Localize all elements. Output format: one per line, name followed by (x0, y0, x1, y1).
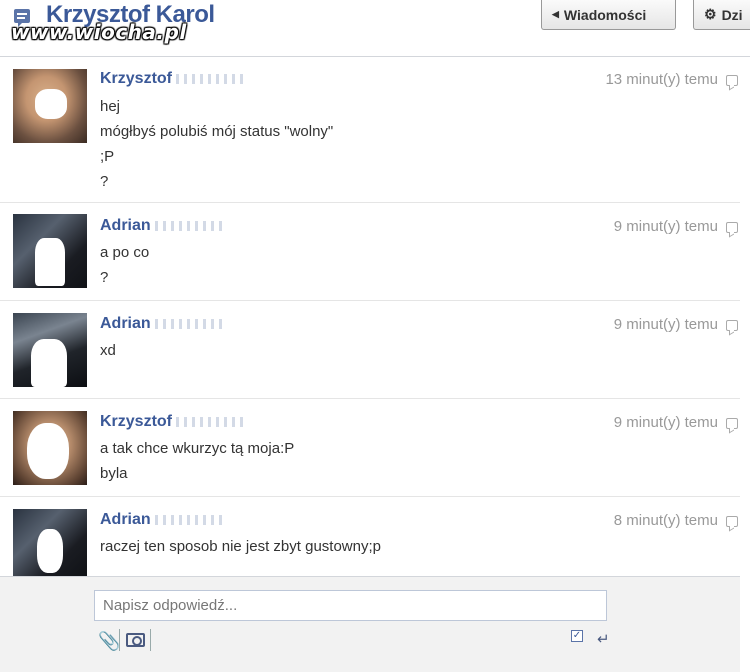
reply-icon[interactable] (726, 222, 738, 233)
divider (119, 629, 120, 651)
message-line: a po co (100, 244, 150, 261)
paperclip-icon[interactable]: 📎 (98, 631, 120, 652)
reply-icon[interactable] (726, 516, 738, 527)
message-item: Adrian 9 minut(y) temu xd (0, 301, 740, 399)
message-body: hej mógłbyś polubiś mój status "wolny" ;… (100, 94, 333, 194)
message-item: Krzysztof 9 minut(y) temu a tak chce wku… (0, 399, 740, 497)
messages-button[interactable]: ◀ Wiadomości (541, 0, 676, 30)
message-author[interactable]: Adrian (100, 511, 225, 529)
enter-icon: ↵ (597, 631, 610, 648)
message-line: byla (100, 465, 128, 482)
avatar[interactable] (13, 509, 87, 576)
message-line: a tak chce wkurzyc tą moja:P (100, 440, 295, 457)
reply-icon[interactable] (726, 418, 738, 429)
message-timestamp: 13 minut(y) temu (605, 71, 718, 88)
message-author[interactable]: Adrian (100, 315, 225, 333)
message-item: Adrian 9 minut(y) temu a po co ? (0, 203, 740, 301)
press-enter-checkbox[interactable]: ✓ (571, 630, 583, 642)
gear-icon: ⚙ (704, 6, 717, 22)
message-line: ? (100, 173, 109, 190)
message-line: hej (100, 98, 121, 115)
actions-button-label: Dzi (721, 6, 743, 23)
message-line: xd (100, 342, 116, 359)
message-line: raczej ten sposob nie jest zbyt gustowny… (100, 538, 381, 555)
reply-composer: 📎 ✓ ↵ (0, 576, 740, 672)
message-body: xd (100, 338, 116, 363)
message-timestamp: 8 minut(y) temu (613, 512, 718, 529)
reply-input[interactable] (94, 590, 607, 621)
actions-button[interactable]: ⚙ Dzi (693, 0, 750, 30)
reply-icon[interactable] (726, 75, 738, 86)
message-item: Adrian 8 minut(y) temu raczej ten sposob… (0, 497, 740, 576)
message-author[interactable]: Krzysztof (100, 70, 247, 88)
conversation-header: Krzysztof Karol www.wiocha.pl ◀ Wiadomoś… (0, 0, 750, 57)
watermark: www.wiocha.pl (11, 20, 187, 44)
message-timestamp: 9 minut(y) temu (613, 218, 718, 235)
avatar[interactable] (13, 313, 87, 387)
message-body: a po co ? (100, 240, 149, 290)
message-author[interactable]: Krzysztof (100, 413, 247, 431)
message-item: Krzysztof 13 minut(y) temu hej mógłbyś p… (0, 57, 740, 203)
message-line: ;P (100, 148, 115, 165)
avatar[interactable] (13, 69, 87, 143)
chevron-left-icon: ◀ (552, 9, 559, 19)
message-line: ? (100, 269, 109, 286)
messages-button-label: Wiadomości (563, 6, 647, 23)
message-timestamp: 9 minut(y) temu (613, 316, 718, 333)
divider (150, 629, 151, 651)
avatar[interactable] (13, 411, 87, 485)
message-body: a tak chce wkurzyc tą moja:P byla (100, 436, 294, 486)
reply-icon[interactable] (726, 320, 738, 331)
message-body: raczej ten sposob nie jest zbyt gustowny… (100, 534, 381, 559)
message-line: mógłbyś polubiś mój status "wolny" (100, 123, 334, 140)
camera-icon[interactable] (126, 633, 145, 647)
message-timestamp: 9 minut(y) temu (613, 414, 718, 431)
message-author[interactable]: Adrian (100, 217, 225, 235)
avatar[interactable] (13, 214, 87, 288)
